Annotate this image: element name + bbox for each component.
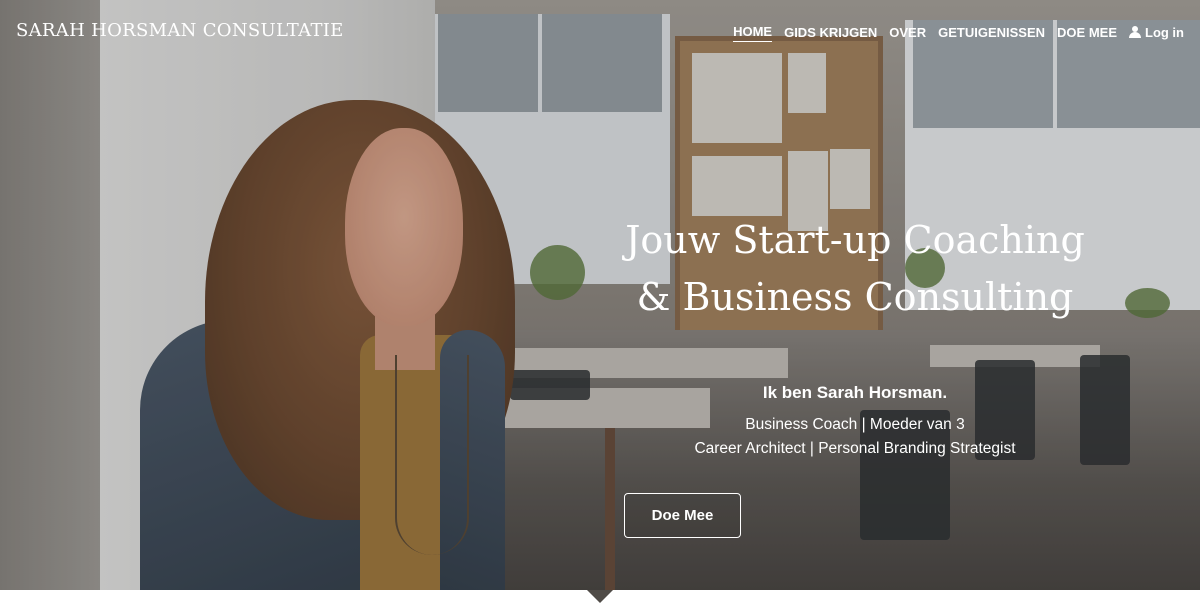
hero-title-line-1: Jouw Start-up Coaching	[625, 218, 1085, 262]
intro-name: Ik ben Sarah Horsman.	[762, 383, 948, 402]
brand-logo[interactable]: SARAH HORSMAN CONSULTATIE	[16, 20, 344, 41]
nav-item-doe-mee[interactable]: DOE MEE	[1057, 25, 1117, 42]
intro-roles-1: Business Coach | Moeder van 3	[745, 416, 965, 433]
hero-title: Jouw Start-up Coaching & Business Consul…	[600, 212, 1110, 326]
nav-item-home[interactable]: HOME	[733, 24, 773, 42]
nav-item-gids-krijgen[interactable]: GIDS KRIJGEN	[784, 25, 877, 42]
login-link[interactable]: Log in	[1129, 25, 1184, 42]
hero-title-line-2: & Business Consulting	[636, 275, 1074, 319]
login-label: Log in	[1145, 24, 1184, 40]
main-nav: HOME GIDS KRIJGEN OVER GETUIGENISSEN DOE…	[733, 24, 1184, 42]
scroll-down-notch	[587, 590, 613, 603]
user-icon	[1129, 26, 1141, 38]
doe-mee-button[interactable]: Doe Mee	[624, 493, 741, 538]
nav-item-getuigenissen[interactable]: GETUIGENISSEN	[938, 25, 1045, 42]
intro-roles-2: Career Architect | Personal Branding Str…	[694, 440, 1016, 457]
nav-item-over[interactable]: OVER	[889, 25, 926, 42]
